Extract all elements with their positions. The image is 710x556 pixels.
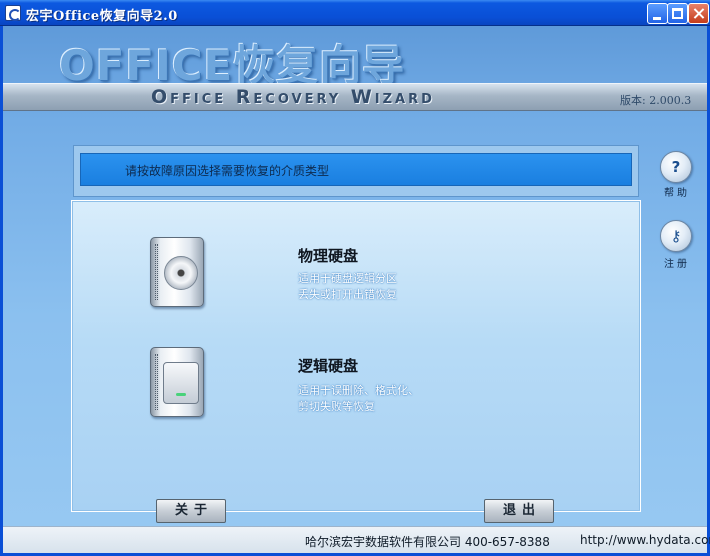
close-button[interactable] [688, 3, 709, 24]
version-label: 版本: 2.000.3 [620, 94, 692, 107]
drive-body [163, 362, 199, 404]
hard-disk-platter-icon[interactable] [150, 237, 204, 307]
option-physical-disk-title[interactable]: 物理硬盘 [298, 245, 358, 266]
option-logical-disk-desc-1: 适用于误删除、格式化、 [298, 384, 419, 397]
app-icon[interactable] [5, 5, 21, 21]
logical-drive-icon[interactable] [150, 347, 204, 417]
client-area: OFFICE恢复向导 Office Recovery Wizard 版本: 2.… [0, 26, 710, 556]
option-logical-disk-desc-2: 剪切失败等恢复 [298, 400, 375, 413]
disk-spine [155, 354, 158, 410]
company-info: 哈尔滨宏宇数据软件有限公司 400-657-8388 [305, 535, 550, 549]
prompt-strip: 请按故障原因选择需要恢复的介质类型 [80, 153, 632, 186]
help-icon[interactable]: ? [660, 151, 692, 183]
prompt-box: 请按故障原因选择需要恢复的介质类型 [73, 145, 639, 197]
website-link[interactable]: http://www.hydata.com [580, 533, 710, 547]
help-label[interactable]: 帮助 [664, 184, 690, 199]
register-icon[interactable]: ⚷ [660, 220, 692, 252]
disk-platter [164, 256, 198, 290]
footer-bar: 哈尔滨宏宇数据软件有限公司 400-657-8388 http://www.hy… [3, 526, 710, 553]
option-logical-disk-title[interactable]: 逻辑硬盘 [298, 355, 358, 376]
exit-button[interactable]: 退出 [484, 499, 554, 523]
disk-spine [155, 244, 158, 300]
about-button[interactable]: 关于 [156, 499, 226, 523]
header-banner: Office Recovery Wizard 版本: 2.000.3 [3, 83, 707, 111]
minimize-button[interactable] [647, 3, 668, 24]
option-physical-disk-desc-1: 适用于硬盘逻辑分区 [298, 272, 397, 285]
title-bar[interactable]: 宏宇Office恢复向导2.0 [0, 0, 710, 26]
maximize-button[interactable] [667, 3, 688, 24]
media-options-panel: 物理硬盘 适用于硬盘逻辑分区 丢失或打开出错恢复 逻辑硬盘 适用于误删除、格式化… [71, 200, 641, 523]
register-label[interactable]: 注册 [664, 255, 690, 270]
banner-title: Office Recovery Wizard [151, 86, 435, 108]
prompt-text: 请按故障原因选择需要恢复的介质类型 [125, 164, 330, 178]
window-title: 宏宇Office恢复向导2.0 [26, 9, 178, 24]
option-physical-disk-desc-2: 丢失或打开出错恢复 [298, 288, 397, 301]
